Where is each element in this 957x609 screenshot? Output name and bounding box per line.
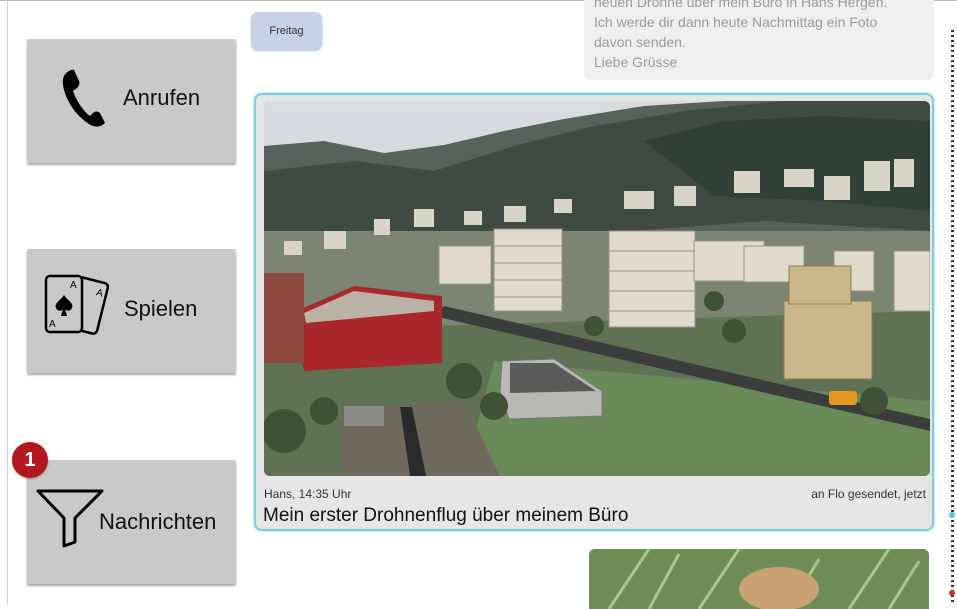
scroll-end-marker: [949, 590, 955, 596]
play-button[interactable]: A A A Spielen: [27, 249, 236, 373]
filter-icon: [34, 486, 106, 555]
message-sender-time: Hans, 14:35 Uhr: [264, 487, 352, 501]
svg-text:A: A: [49, 319, 56, 330]
window-left-border: [7, 0, 8, 605]
day-separator: Freitag: [251, 12, 322, 50]
playing-cards-icon: A A A: [40, 271, 114, 348]
drone-photo-image: [264, 101, 930, 476]
photo-message-card[interactable]: Hans, 14:35 Uhr an Flo gesendet, jetzt M…: [254, 93, 934, 531]
scroll-position-marker: [949, 512, 955, 518]
next-photo-thumbnail: [589, 549, 929, 609]
messages-button[interactable]: Nachrichten: [27, 460, 236, 584]
message-caption: Mein erster Drohnenflug über meinem Büro: [263, 505, 629, 526]
message-text-line: Ich werde dir dann heute Nachmittag ein …: [594, 14, 878, 30]
call-label: Anrufen: [123, 85, 201, 110]
message-text-line: Liebe Grüsse: [594, 54, 678, 70]
message-sent-status: an Flo gesendet, jetzt: [811, 487, 926, 501]
message-text-line: davon senden.: [594, 34, 686, 50]
notification-badge: 1: [12, 442, 48, 478]
next-photo-message[interactable]: [589, 549, 929, 609]
svg-text:A: A: [70, 280, 77, 291]
play-label: Spielen: [124, 296, 198, 321]
message-text-line: neuen Drohne über mein Büro in Hans Herg…: [594, 0, 888, 10]
drone-photo[interactable]: [264, 101, 930, 476]
messages-label: Nachrichten: [99, 509, 217, 534]
call-button[interactable]: Anrufen: [27, 39, 236, 163]
scrollbar-track[interactable]: [951, 30, 954, 605]
previous-message[interactable]: neuen Drohne über mein Büro in Hans Herg…: [584, 0, 934, 80]
phone-icon: [59, 67, 109, 134]
